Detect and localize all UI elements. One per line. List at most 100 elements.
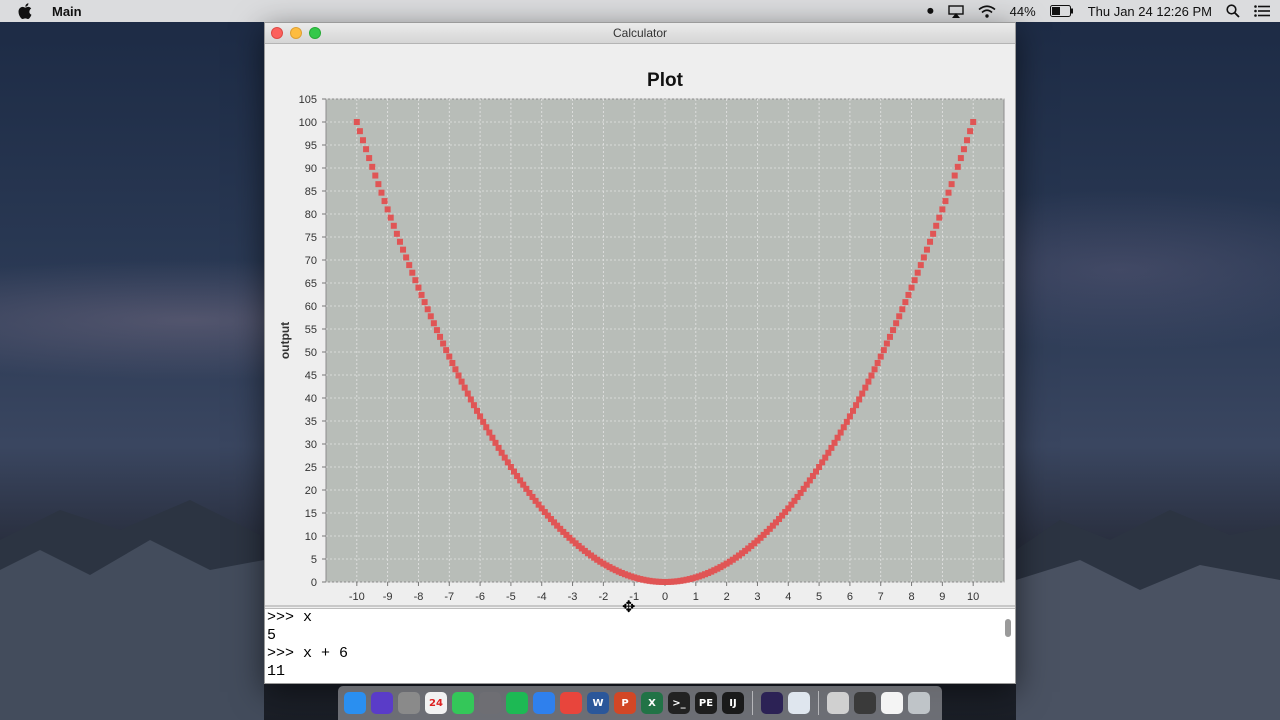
pycharm-icon[interactable]: PE — [695, 692, 717, 714]
y-tick-label: 80 — [305, 209, 317, 221]
system-preferences-icon[interactable] — [479, 692, 501, 714]
close-window-button[interactable] — [271, 27, 283, 39]
console-scrollbar[interactable] — [1005, 619, 1011, 637]
data-point — [480, 418, 487, 425]
x-tick-label: 6 — [847, 591, 853, 603]
spotify-icon[interactable] — [506, 692, 528, 714]
data-point — [489, 434, 496, 441]
siri-icon[interactable] — [371, 692, 393, 714]
data-point — [831, 439, 838, 446]
messenger-icon[interactable] — [533, 692, 555, 714]
terminal-window-thumbnail-icon[interactable] — [854, 692, 876, 714]
data-point — [443, 347, 450, 354]
y-tick-label: 5 — [311, 554, 317, 566]
data-point — [433, 327, 440, 334]
zoom-window-button[interactable] — [309, 27, 321, 39]
airplay-icon[interactable] — [947, 4, 964, 18]
data-point — [930, 230, 937, 237]
data-point — [372, 172, 379, 179]
data-point — [353, 119, 360, 125]
x-tick-label: -10 — [349, 591, 365, 603]
eclipse-icon[interactable] — [761, 692, 783, 714]
data-point — [387, 214, 394, 221]
word-icon[interactable]: W — [587, 692, 609, 714]
data-point — [837, 429, 844, 436]
data-point — [427, 313, 434, 320]
data-point — [437, 333, 444, 340]
notification-center-icon[interactable] — [1254, 5, 1270, 17]
trash-icon[interactable] — [908, 692, 930, 714]
data-point — [902, 299, 909, 306]
data-point — [911, 277, 918, 284]
data-point — [449, 359, 456, 366]
battery-icon[interactable] — [1049, 5, 1074, 17]
wifi-icon[interactable] — [978, 4, 996, 18]
data-point — [418, 291, 425, 298]
data-point — [359, 137, 366, 144]
y-tick-label: 50 — [305, 347, 317, 359]
y-tick-label: 20 — [305, 485, 317, 497]
data-point — [455, 372, 462, 379]
terminal-icon[interactable]: >_ — [668, 692, 690, 714]
messages-icon[interactable] — [452, 692, 474, 714]
x-tick-label: -9 — [383, 591, 393, 603]
data-point — [908, 284, 915, 291]
minimize-window-button[interactable] — [290, 27, 302, 39]
excel-icon[interactable]: X — [641, 692, 663, 714]
y-tick-label: 25 — [305, 462, 317, 474]
data-point — [483, 424, 490, 431]
y-tick-label: 30 — [305, 439, 317, 451]
data-point — [390, 222, 397, 229]
menubar-clock[interactable]: Thu Jan 24 12:26 PM — [1088, 4, 1212, 19]
x-tick-label: -3 — [568, 591, 578, 603]
apple-icon[interactable] — [18, 3, 32, 19]
data-point — [366, 155, 373, 162]
y-tick-label: 0 — [311, 577, 317, 589]
split-pane-divider[interactable] — [265, 605, 1015, 607]
chrome-icon[interactable] — [560, 692, 582, 714]
data-point — [424, 306, 431, 313]
data-point — [474, 407, 481, 414]
data-point — [369, 163, 376, 170]
console-line: 5 — [267, 627, 277, 644]
data-point — [375, 181, 382, 188]
java-icon[interactable] — [788, 692, 810, 714]
data-point — [856, 396, 863, 403]
data-point — [440, 340, 447, 347]
battery-percentage: 44% — [1009, 3, 1036, 19]
screen-record-icon[interactable]: ⏺ — [927, 3, 934, 19]
launchpad-icon[interactable] — [398, 692, 420, 714]
data-point — [859, 390, 866, 397]
data-point — [890, 327, 897, 334]
window-titlebar[interactable]: Calculator — [265, 23, 1015, 44]
y-tick-label: 15 — [305, 508, 317, 520]
data-point — [923, 246, 930, 253]
data-point — [939, 206, 946, 213]
data-point — [951, 172, 958, 179]
app-menu-name[interactable]: Main — [52, 4, 82, 19]
x-tick-label: 9 — [939, 591, 945, 603]
y-tick-label: 60 — [305, 301, 317, 313]
console-output[interactable]: >>> x 5 >>> x + 6 11 — [265, 608, 1015, 683]
data-point — [461, 384, 468, 391]
data-point — [886, 333, 893, 340]
x-tick-label: 3 — [754, 591, 760, 603]
plot-chart: Plot-10 -9 -8 -7 -6 -5 -4 -3 -2 -1 0 1 2 3 4 5 6 7 8 9 10051… — [278, 70, 1005, 621]
data-point — [849, 407, 856, 414]
powerpoint-icon[interactable]: P — [614, 692, 636, 714]
intellij-icon[interactable]: IJ — [722, 692, 744, 714]
data-point — [905, 291, 912, 298]
y-tick-label: 70 — [305, 255, 317, 267]
data-point — [363, 146, 370, 153]
calendar-icon[interactable]: 24 — [425, 692, 447, 714]
finder-icon[interactable] — [344, 692, 366, 714]
data-point — [914, 269, 921, 276]
data-point — [893, 320, 900, 327]
data-point — [415, 284, 422, 291]
x-tick-label: -5 — [506, 591, 516, 603]
data-point — [384, 206, 391, 213]
window-thumbnail-icon[interactable] — [827, 692, 849, 714]
x-tick-label: 5 — [816, 591, 822, 603]
spotlight-search-icon[interactable] — [1226, 4, 1240, 18]
document-thumbnail-icon[interactable] — [881, 692, 903, 714]
